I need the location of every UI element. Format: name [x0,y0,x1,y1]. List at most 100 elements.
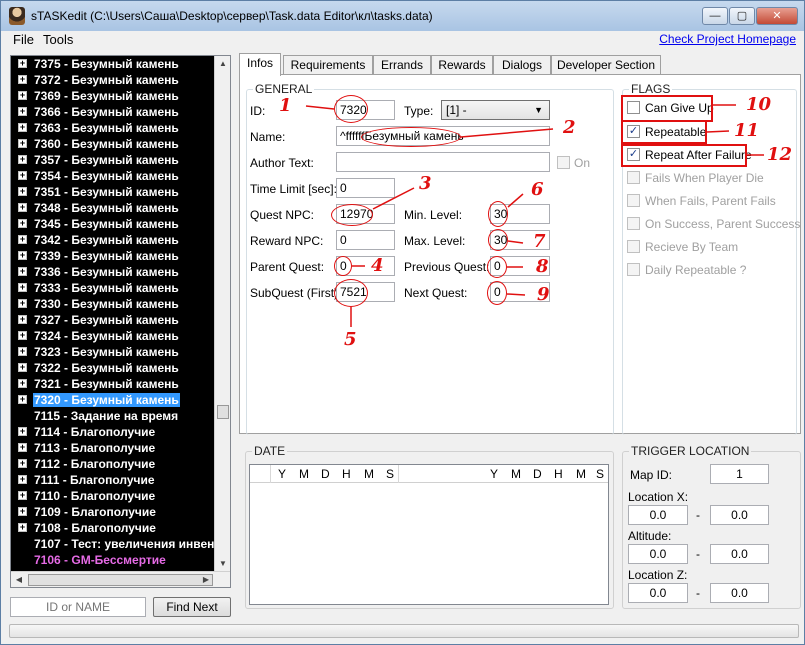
tree-item[interactable]: +7369 - Безумный камень [11,88,216,104]
scroll-right-icon[interactable]: ▶ [198,572,214,587]
expand-icon[interactable]: + [18,283,27,292]
tree-item[interactable]: +7357 - Безумный камень [11,152,216,168]
recieve-by-team-checkbox[interactable] [627,240,640,253]
tree-item[interactable]: +7324 - Безумный камень [11,328,216,344]
location-z-to-field[interactable]: 0.0 [710,583,769,603]
expand-icon[interactable]: + [18,427,27,436]
tree-item[interactable]: +7321 - Безумный камень [11,376,216,392]
expand-icon[interactable]: + [18,203,27,212]
tree-item[interactable]: +7330 - Безумный камень [11,296,216,312]
tree-item[interactable]: +7111 - Благополучие [11,472,216,488]
tree-item[interactable]: +7114 - Благополучие [11,424,216,440]
location-x-to-field[interactable]: 0.0 [710,505,769,525]
tab-infos[interactable]: Infos [239,53,281,76]
expand-icon[interactable]: + [18,507,27,516]
time-limit-field[interactable]: 0 [336,178,395,198]
expand-icon[interactable]: + [18,155,27,164]
quest-tree[interactable]: +7375 - Безумный камень +7372 - Безумный … [10,55,231,588]
tree-item[interactable]: +7327 - Безумный камень [11,312,216,328]
search-input[interactable] [10,597,146,617]
menu-file[interactable]: File [13,32,34,47]
expand-icon[interactable]: + [18,395,27,404]
tree-item[interactable]: +7351 - Безумный камень [11,184,216,200]
author-on-checkbox[interactable] [557,156,570,169]
maximize-button[interactable]: ▢ [729,7,755,25]
tree-vertical-scrollbar[interactable]: ▲ ▼ [214,56,230,572]
expand-icon[interactable]: + [18,171,27,180]
expand-icon[interactable]: + [18,107,27,116]
tab-developer-section[interactable]: Developer Section [551,55,661,75]
tree-item[interactable]: +7354 - Безумный камень [11,168,216,184]
tree-item[interactable]: +7322 - Безумный камень [11,360,216,376]
tree-item[interactable]: +7333 - Безумный камень [11,280,216,296]
close-button[interactable]: ✕ [756,7,798,25]
expand-icon[interactable]: + [18,123,27,132]
tree-item[interactable]: +7375 - Безумный камень [11,56,216,72]
tab-requirements[interactable]: Requirements [283,55,373,75]
daily-repeatable-checkbox[interactable] [627,263,640,276]
on-success-parent-success-checkbox[interactable] [627,217,640,230]
tree-item[interactable]: +7110 - Благополучие [11,488,216,504]
type-select[interactable]: [1] - ▼ [441,100,550,120]
tree-item[interactable]: +7112 - Благополучие [11,456,216,472]
minimize-button[interactable]: — [702,7,728,25]
tree-item[interactable]: +7108 - Благополучие [11,520,216,536]
tree-item[interactable]: 7115 - Задание на время [11,408,216,424]
expand-icon[interactable]: + [18,251,27,260]
tree-item-selected[interactable]: +7320 - Безумный камень [11,392,216,408]
scroll-down-icon[interactable]: ▼ [215,556,230,572]
tree-item[interactable]: +7348 - Безумный камень [11,200,216,216]
expand-icon[interactable]: + [18,459,27,468]
menu-tools[interactable]: Tools [43,32,73,47]
tree-item[interactable]: +7360 - Безумный камень [11,136,216,152]
expand-icon[interactable]: + [18,139,27,148]
tab-dialogs[interactable]: Dialogs [493,55,551,75]
expand-icon[interactable]: + [18,315,27,324]
tab-errands[interactable]: Errands [373,55,431,75]
title-bar[interactable]: sTASKedit (C:\Users\Саша\Desktop\сервер\… [1,1,804,31]
expand-icon[interactable]: + [18,187,27,196]
tree-item[interactable]: +7113 - Благополучие [11,440,216,456]
scroll-up-icon[interactable]: ▲ [215,56,230,72]
expand-icon[interactable]: + [18,331,27,340]
tree-horizontal-scrollbar[interactable]: ◀ ▶ [11,571,230,587]
expand-icon[interactable]: + [18,491,27,500]
tree-item[interactable]: +7109 - Благополучие [11,504,216,520]
tree-item[interactable]: +7336 - Безумный камень [11,264,216,280]
location-x-from-field[interactable]: 0.0 [628,505,688,525]
tree-item[interactable]: +7323 - Безумный камень [11,344,216,360]
tree-item[interactable]: +7372 - Безумный камень [11,72,216,88]
tab-rewards[interactable]: Rewards [431,55,493,75]
expand-icon[interactable]: + [18,363,27,372]
check-homepage-link[interactable]: Check Project Homepage [659,32,796,46]
expand-icon[interactable]: + [18,379,27,388]
tree-item[interactable]: +7339 - Безумный камень [11,248,216,264]
expand-icon[interactable]: + [18,91,27,100]
hscroll-thumb[interactable] [28,574,213,586]
expand-icon[interactable]: + [18,267,27,276]
expand-icon[interactable]: + [18,523,27,532]
expand-icon[interactable]: + [18,219,27,228]
altitude-from-field[interactable]: 0.0 [628,544,688,564]
when-fails-parent-fails-checkbox[interactable] [627,194,640,207]
tree-item[interactable]: 7107 - Тест: увеличения инвен [11,536,216,552]
expand-icon[interactable]: + [18,235,27,244]
expand-icon[interactable]: + [18,299,27,308]
expand-icon[interactable]: + [18,475,27,484]
date-list[interactable]: Y M D H M S Y M D H M S [249,464,609,605]
tree-item[interactable]: +7366 - Безумный камень [11,104,216,120]
reward-npc-field[interactable]: 0 [336,230,395,250]
tree-item[interactable]: +7363 - Безумный камень [11,120,216,136]
find-next-button[interactable]: Find Next [153,597,231,617]
tree-item[interactable]: 7106 - GM-Бессмертие [11,552,216,568]
expand-icon[interactable]: + [18,59,27,68]
expand-icon[interactable]: + [18,75,27,84]
fails-when-player-die-checkbox[interactable] [627,171,640,184]
altitude-to-field[interactable]: 0.0 [710,544,769,564]
expand-icon[interactable]: + [18,347,27,356]
tree-item[interactable]: +7345 - Безумный камень [11,216,216,232]
expand-icon[interactable]: + [18,443,27,452]
scroll-left-icon[interactable]: ◀ [11,572,27,587]
scroll-thumb[interactable] [217,405,229,419]
author-field[interactable] [336,152,550,172]
